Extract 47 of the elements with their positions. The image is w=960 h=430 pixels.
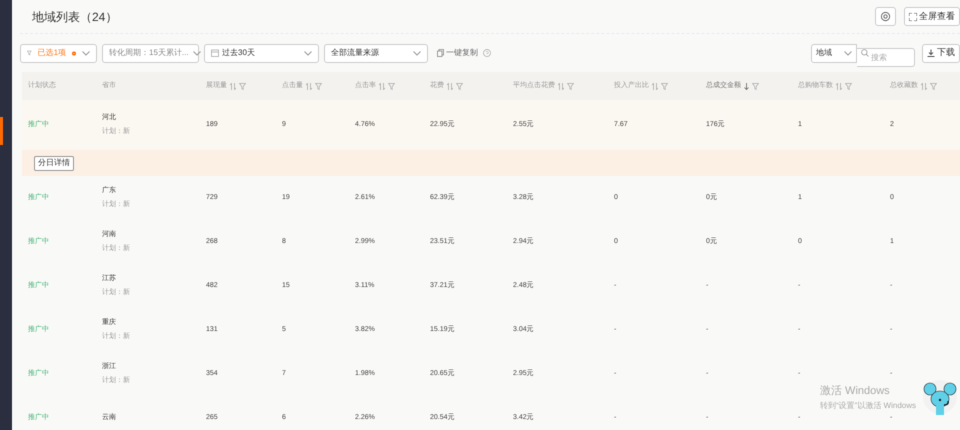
sort-icon[interactable] [379,82,385,90]
sort-icon[interactable] [447,82,453,90]
sort-icon[interactable] [230,82,236,90]
sort-icon[interactable] [921,82,927,90]
activation-title: 激活 Windows [820,384,891,399]
caret-icon [192,50,201,56]
expand-icon [909,12,917,20]
filter-icon[interactable] [661,82,668,90]
date-range-select[interactable]: 过去30天 [204,44,319,62]
filter-icon[interactable] [752,82,759,90]
filter-icon[interactable] [315,82,322,90]
sort-icon[interactable] [558,82,564,90]
sort-icon[interactable] [836,82,842,90]
settings-button[interactable] [875,7,896,26]
sort-icon[interactable] [306,82,312,90]
filter-icon[interactable] [239,82,246,90]
caret-icon [304,50,312,56]
dropdown-select[interactable]: 转化周期：15天累计... [102,44,199,62]
caret-icon [413,50,421,56]
filter-icon[interactable] [930,82,937,90]
funnel-icon [27,49,32,57]
sort-icon[interactable] [652,82,658,90]
region-select[interactable]: 地域 [811,44,857,62]
dropdown-select[interactable]: 全部流量来源 [324,44,428,62]
active-nav-marker [0,117,3,145]
copy-icon [437,49,444,57]
caret-icon [82,50,90,56]
copy-link[interactable]: 一键复制 [437,47,478,59]
filter-dropdown[interactable]: 已选1项 [20,44,97,62]
download-button[interactable]: 下载 [922,44,960,62]
filter-icon[interactable] [567,82,574,90]
help-icon [483,49,491,57]
filter-icon[interactable] [388,82,395,90]
panel-title: 地域列表（24） [31,8,118,26]
caret-icon [844,50,852,56]
filter-icon[interactable] [845,82,852,90]
search-icon [861,49,869,57]
fullscreen-button[interactable]: 全屏查看 [904,7,960,26]
calendar-icon [211,49,219,57]
sort-descending-icon[interactable] [744,82,749,90]
search-field[interactable]: 搜索 [857,48,915,66]
mouse-mascot-icon [922,377,958,417]
settings-icon [880,11,891,22]
activation-hint: 转到“设置”以激活 Windows [820,400,916,412]
filter-icon[interactable] [456,82,463,90]
download-icon [927,49,935,57]
daily-details-button[interactable]: 分日详情 [34,156,74,170]
